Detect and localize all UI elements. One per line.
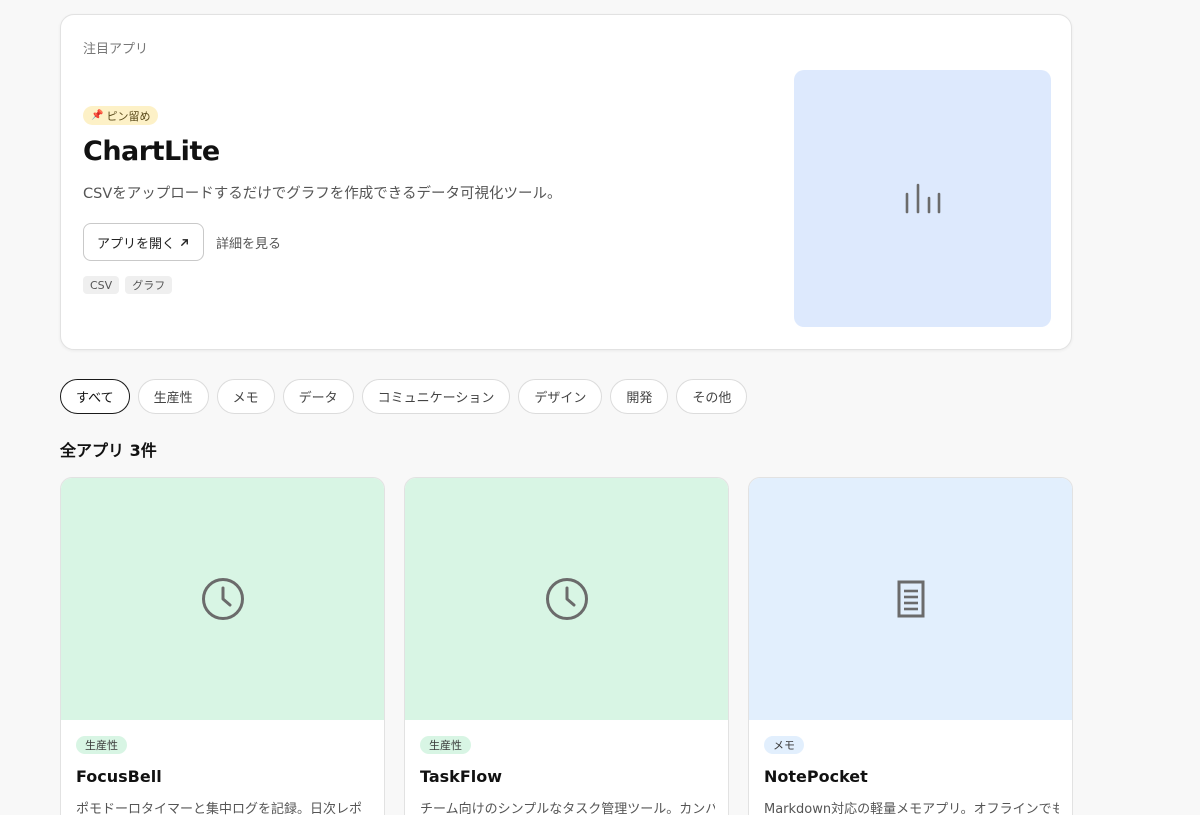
view-details-link[interactable]: 詳細を見る: [216, 233, 281, 252]
category-pill-development[interactable]: 開発: [610, 379, 669, 414]
app-card-notepocket[interactable]: メモ NotePocket Markdown対応の軽量メモアプリ。オフラインでも: [748, 477, 1073, 815]
app-card-description: チーム向けのシンプルなタスク管理ツール。カンバ: [420, 802, 715, 815]
app-card-thumbnail: [749, 478, 1072, 720]
pinned-badge-label: ピン留め: [106, 109, 151, 123]
app-card-taskflow[interactable]: 生産性 TaskFlow チーム向けのシンプルなタスク管理ツール。カンバ: [404, 477, 729, 815]
featured-section-label: 注目アプリ: [83, 42, 149, 57]
clock-icon: [201, 578, 244, 620]
category-pill-design[interactable]: デザイン: [518, 379, 603, 414]
all-apps-heading: 全アプリ 3件: [60, 441, 157, 460]
open-app-button-label: アプリを開く: [96, 236, 175, 252]
app-card-description: ポモドーロタイマーと集中ログを記録。日次レポ: [76, 802, 363, 815]
category-pill-all[interactable]: すべて: [60, 379, 130, 414]
featured-app-description: CSVをアップロードするだけでグラフを作成できるデータ可視化ツール。: [83, 186, 562, 202]
app-card-focusbell[interactable]: 生産性 FocusBell ポモドーロタイマーと集中ログを記録。日次レポ: [60, 477, 385, 815]
app-category-badge: メモ: [764, 736, 804, 754]
featured-tags: CSV グラフ: [83, 276, 173, 294]
app-card-thumbnail: [61, 478, 384, 720]
category-pill-data[interactable]: データ: [282, 379, 354, 414]
app-card-title: NotePocket: [764, 767, 868, 786]
app-card-thumbnail: [405, 478, 728, 720]
app-card-description: Markdown対応の軽量メモアプリ。オフラインでも: [764, 802, 1059, 815]
tag-chip: グラフ: [125, 276, 173, 294]
external-arrow-icon: [181, 238, 188, 246]
bar-chart-icon: [905, 183, 940, 213]
app-card-title: TaskFlow: [420, 767, 502, 786]
featured-app-thumbnail[interactable]: [794, 70, 1051, 327]
clock-icon: [545, 578, 588, 620]
category-pill-other[interactable]: その他: [676, 379, 748, 414]
app-card-title: FocusBell: [76, 767, 162, 786]
app-category-badge: 生産性: [76, 736, 127, 754]
pinned-badge: 📌 ピン留め: [83, 106, 159, 125]
pushpin-icon: 📌: [91, 110, 104, 121]
category-pill-memo[interactable]: メモ: [216, 379, 275, 414]
app-category-badge: 生産性: [420, 736, 471, 754]
featured-app-title: ChartLite: [83, 136, 220, 167]
open-app-button[interactable]: アプリを開く: [83, 223, 204, 261]
featured-app-card: 注目アプリ 📌 ピン留め ChartLite CSVをアップロードするだけでグラ…: [60, 14, 1072, 350]
document-icon: [897, 580, 924, 618]
category-pill-productivity[interactable]: 生産性: [137, 379, 209, 414]
tag-chip: CSV: [83, 276, 120, 294]
category-pill-communication[interactable]: コミュニケーション: [361, 379, 511, 414]
category-filter-bar: すべて 生産性 メモ データ コミュニケーション デザイン 開発 その他: [60, 379, 748, 414]
